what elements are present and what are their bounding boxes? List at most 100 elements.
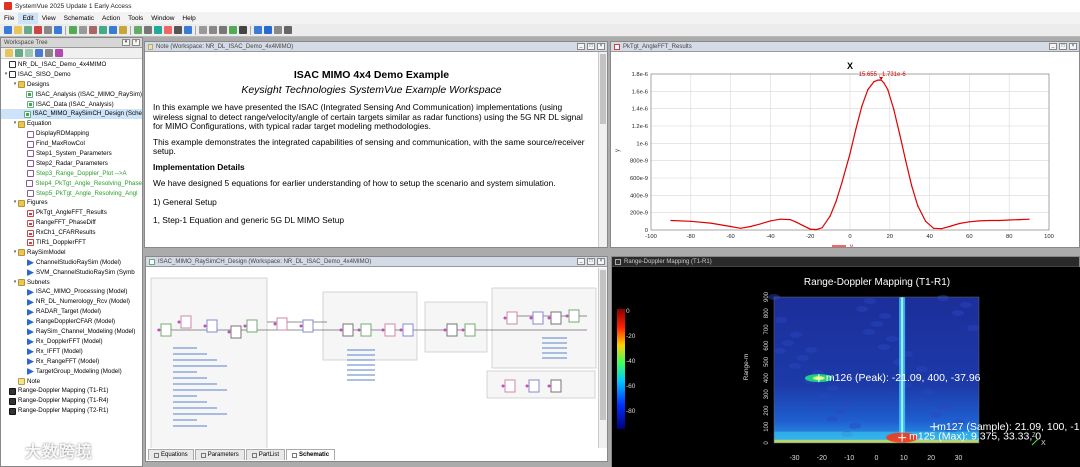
tree-item[interactable]: ▾ Designs — [1, 80, 142, 90]
tune-icon[interactable] — [154, 26, 162, 34]
tree-item[interactable]: Step5_PkTgt_Angle_Resolving_Angl — [1, 189, 142, 199]
pin-icon[interactable]: ▾ — [122, 39, 130, 46]
new-icon[interactable] — [4, 26, 12, 34]
close-button[interactable]: × — [597, 258, 605, 265]
minimize-button[interactable]: _ — [1049, 43, 1057, 50]
tree-item[interactable]: RxCh1_CFARResults — [1, 228, 142, 238]
tab-equations[interactable]: Equations — [148, 449, 194, 460]
scrollbar-thumb[interactable] — [600, 270, 606, 420]
tree-item[interactable]: ISAC_MIMO_Processing (Model) — [1, 287, 142, 297]
tree-item[interactable]: Range-Doppler Mapping (T2-R1) — [1, 406, 142, 416]
stop-icon[interactable] — [144, 26, 152, 34]
minimize-button[interactable]: _ — [577, 258, 585, 265]
flip-icon[interactable] — [229, 26, 237, 34]
cut-icon[interactable] — [34, 26, 42, 34]
tab-parameters[interactable]: Parameters — [194, 449, 245, 460]
tree-item[interactable]: Step1_System_Parameters — [1, 149, 142, 159]
menu-tools[interactable]: Tools — [124, 13, 147, 24]
tree-item[interactable]: ISAC_Analysis (ISAC_MIMO_RaySim) — [1, 90, 142, 100]
menu-view[interactable]: View — [38, 13, 60, 24]
schematic-diagram[interactable] — [147, 268, 599, 454]
tree-item[interactable]: Step4_PkTgt_Angle_Resolving_Phase — [1, 179, 142, 189]
schematic-scrollbar[interactable] — [598, 268, 607, 448]
pan-icon[interactable] — [239, 26, 247, 34]
tree-item[interactable]: TIR1_DopplerFFT — [1, 238, 142, 248]
tree-item[interactable]: RaySim_Channel_Modeling (Model) — [1, 327, 142, 337]
tree-item[interactable]: ▾ Figures — [1, 198, 142, 208]
tree-item[interactable]: RangeFFT_PhaseDiff — [1, 218, 142, 228]
tree-item[interactable]: RangeDopplerCFAR (Model) — [1, 317, 142, 327]
menu-edit[interactable]: Edit — [18, 12, 38, 24]
zoom-out-icon[interactable] — [264, 26, 272, 34]
tree-item[interactable]: Find_MaxRowCol — [1, 139, 142, 149]
tree-item[interactable]: DisplayRDMapping — [1, 129, 142, 139]
tree-item[interactable]: ▾ ISAC_SISO_Demo — [1, 70, 142, 80]
note-scrollbar[interactable] — [598, 52, 607, 247]
tab-schematic[interactable]: Schematic — [286, 449, 336, 460]
add-item-icon[interactable] — [25, 49, 33, 57]
tree-item[interactable]: ISAC_Data (ISAC_Analysis) — [1, 100, 142, 110]
tree-item[interactable]: Rx_IFFT (Model) — [1, 347, 142, 357]
tree-item[interactable]: Step2_Radar_Parameters — [1, 159, 142, 169]
tree-item[interactable]: Range-Doppler Mapping (T1-R1) — [1, 386, 142, 396]
tree-item[interactable]: Step3_Range_Doppler_Plot -->A — [1, 169, 142, 179]
help-icon[interactable] — [284, 26, 292, 34]
sweep-icon[interactable] — [184, 26, 192, 34]
maximize-button[interactable]: □ — [587, 258, 595, 265]
minimize-button[interactable]: _ — [577, 43, 585, 50]
menu-schematic[interactable]: Schematic — [60, 13, 98, 24]
zoom-in-icon[interactable] — [254, 26, 262, 34]
close-button[interactable]: × — [1069, 43, 1077, 50]
tree-item[interactable]: Range-Doppler Mapping (T1-R4) — [1, 396, 142, 406]
save-icon[interactable] — [24, 26, 32, 34]
tree-item[interactable]: ▾ Equation — [1, 119, 142, 129]
marker-icon[interactable] — [164, 26, 172, 34]
copy-icon[interactable] — [44, 26, 52, 34]
zoom-icon[interactable] — [109, 26, 117, 34]
maximize-button[interactable]: □ — [587, 43, 595, 50]
grid-icon[interactable] — [174, 26, 182, 34]
tree-item[interactable]: Rx_DopplerFFT (Model) — [1, 337, 142, 347]
tree-item[interactable]: ▾ Subnets — [1, 278, 142, 288]
folder-icon[interactable] — [119, 26, 127, 34]
tree-item[interactable]: SVM_ChannelStudioRaySim (Symb — [1, 268, 142, 278]
tree-item[interactable]: Rx_RangeFFT (Model) — [1, 357, 142, 367]
rotate-icon[interactable] — [219, 26, 227, 34]
tree-item[interactable]: RADAR_Target (Model) — [1, 307, 142, 317]
menu-help[interactable]: Help — [178, 13, 199, 24]
menu-file[interactable]: File — [0, 13, 18, 24]
fit-icon[interactable] — [274, 26, 282, 34]
undo-icon[interactable] — [69, 26, 77, 34]
fft-chart[interactable]: X 0 200e-9 400e-9 600e-9 800e-9 1e-6 1.2e-6 1.4e… — [611, 52, 1079, 247]
add-plot-icon[interactable] — [35, 49, 43, 57]
redo-icon[interactable] — [79, 26, 87, 34]
tree-item[interactable]: NR_DL_ISAC_Demo_4x4MIMO — [1, 60, 142, 70]
view-options-icon[interactable] — [45, 49, 53, 57]
maximize-button[interactable]: □ — [1059, 43, 1067, 50]
range-doppler-chart[interactable]: Range-Doppler Mapping (T1-R1) m126 (Peak)… — [612, 267, 1080, 467]
tree-item[interactable]: ▾ RaySimModel — [1, 248, 142, 258]
scrollbar-thumb[interactable] — [600, 54, 606, 124]
open-icon[interactable] — [14, 26, 22, 34]
tab-partlist[interactable]: PartList — [245, 449, 286, 460]
schematic-canvas[interactable] — [147, 268, 599, 454]
print-icon[interactable] — [89, 26, 97, 34]
find-icon[interactable] — [99, 26, 107, 34]
tree-item[interactable]: Note — [1, 377, 142, 387]
tree-item[interactable]: PkTgt_AngleFFT_Results — [1, 208, 142, 218]
new-folder-icon[interactable] — [5, 49, 13, 57]
menu-action[interactable]: Action — [98, 13, 124, 24]
add-design-icon[interactable] — [15, 49, 23, 57]
close-icon[interactable]: × — [132, 39, 140, 46]
menu-window[interactable]: Window — [147, 13, 178, 24]
paste-icon[interactable] — [54, 26, 62, 34]
tree-item[interactable]: NR_DL_Numerology_Rcv (Model) — [1, 297, 142, 307]
library-icon[interactable] — [55, 49, 63, 57]
run-icon[interactable] — [134, 26, 142, 34]
tree-item[interactable]: TargetGroup_Modeling (Model) — [1, 367, 142, 377]
select-icon[interactable] — [209, 26, 217, 34]
tree-item[interactable]: ISAC_MIMO_RaySimCH_Design (Sche — [1, 109, 142, 120]
tree-item[interactable]: ChannelStudioRaySim (Model) — [1, 258, 142, 268]
wire-icon[interactable] — [199, 26, 207, 34]
close-button[interactable]: × — [597, 43, 605, 50]
